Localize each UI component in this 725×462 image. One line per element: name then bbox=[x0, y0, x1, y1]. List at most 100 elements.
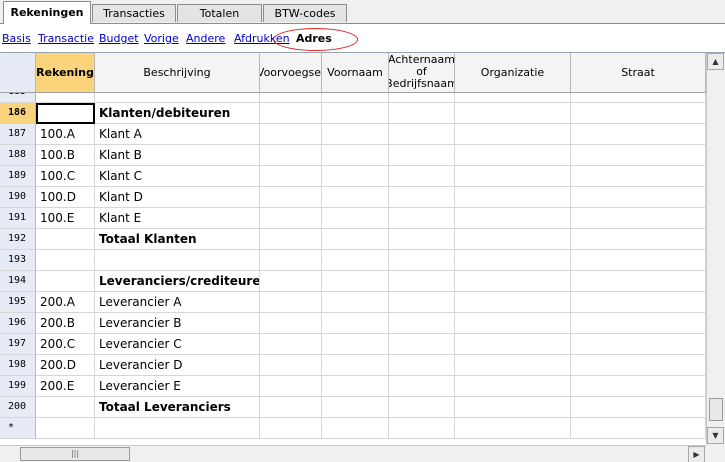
cell-empty[interactable] bbox=[389, 292, 455, 313]
cell-empty[interactable] bbox=[571, 103, 706, 124]
view-link-afdrukken[interactable]: Afdrukken bbox=[234, 32, 290, 45]
cell-empty[interactable] bbox=[455, 292, 571, 313]
row-number[interactable]: 196 bbox=[0, 313, 36, 334]
row-number[interactable]: 190 bbox=[0, 187, 36, 208]
cell-empty[interactable] bbox=[571, 292, 706, 313]
cell-empty[interactable] bbox=[389, 397, 455, 418]
cell-empty[interactable] bbox=[455, 313, 571, 334]
tab-rekeningen[interactable]: Rekeningen bbox=[3, 1, 91, 24]
cell-empty[interactable] bbox=[571, 208, 706, 229]
horizontal-scrollbar[interactable]: ||| ▶ bbox=[0, 445, 706, 462]
cell-empty[interactable] bbox=[455, 145, 571, 166]
cell-empty[interactable] bbox=[389, 229, 455, 250]
cell-empty[interactable] bbox=[571, 229, 706, 250]
cell-empty[interactable] bbox=[389, 334, 455, 355]
scroll-right-icon[interactable]: ▶ bbox=[688, 446, 705, 462]
cell-empty[interactable] bbox=[260, 313, 322, 334]
cell-empty[interactable] bbox=[389, 166, 455, 187]
cell-empty[interactable] bbox=[322, 376, 389, 397]
cell-empty[interactable] bbox=[322, 208, 389, 229]
cell-empty[interactable] bbox=[571, 271, 706, 292]
cell-rekening[interactable]: 200.A bbox=[36, 292, 95, 313]
cell-empty[interactable] bbox=[389, 208, 455, 229]
cell-empty[interactable] bbox=[571, 334, 706, 355]
cell-empty[interactable] bbox=[571, 418, 706, 439]
view-link-adres[interactable]: Adres bbox=[296, 32, 332, 45]
cell-empty[interactable] bbox=[389, 376, 455, 397]
cell-empty[interactable] bbox=[260, 208, 322, 229]
view-link-transactie[interactable]: Transactie bbox=[38, 32, 94, 45]
cell-rekening[interactable] bbox=[36, 229, 95, 250]
vertical-scrollbar[interactable]: ▲ ▼ bbox=[706, 53, 725, 445]
cell-empty[interactable] bbox=[322, 397, 389, 418]
cell-empty[interactable] bbox=[455, 397, 571, 418]
horizontal-scroll-thumb[interactable]: ||| bbox=[20, 447, 130, 461]
cell-beschrijving[interactable]: Totaal Leveranciers bbox=[95, 397, 260, 418]
cell-beschrijving[interactable]: Leverancier D bbox=[95, 355, 260, 376]
scroll-up-icon[interactable]: ▲ bbox=[707, 53, 724, 70]
cell-beschrijving[interactable]: Klanten/debiteuren bbox=[95, 103, 260, 124]
cell-empty[interactable] bbox=[389, 418, 455, 439]
row-number[interactable]: 189 bbox=[0, 166, 36, 187]
cell-empty[interactable] bbox=[571, 397, 706, 418]
column-header-organizatie[interactable]: Organizatie bbox=[455, 53, 571, 93]
cell-empty[interactable] bbox=[322, 418, 389, 439]
cell-rekening[interactable]: 100.B bbox=[36, 145, 95, 166]
cell-empty[interactable] bbox=[322, 124, 389, 145]
cell-rekening[interactable] bbox=[36, 418, 95, 439]
column-header-achternaam[interactable]: Achternaam of Bedrijfsnaam bbox=[389, 53, 455, 93]
row-number[interactable]: 197 bbox=[0, 334, 36, 355]
cell-beschrijving[interactable]: Leverancier B bbox=[95, 313, 260, 334]
cell-empty[interactable] bbox=[571, 376, 706, 397]
row-number[interactable]: 199 bbox=[0, 376, 36, 397]
cell-rekening[interactable] bbox=[36, 397, 95, 418]
cell-beschrijving[interactable]: Leveranciers/crediteuren bbox=[95, 271, 260, 292]
cell-empty[interactable] bbox=[389, 271, 455, 292]
cell-empty[interactable] bbox=[455, 355, 571, 376]
cell-empty[interactable] bbox=[260, 271, 322, 292]
cell-rekening[interactable]: 100.E bbox=[36, 208, 95, 229]
cell-empty[interactable] bbox=[260, 397, 322, 418]
cell-beschrijving[interactable]: Leverancier A bbox=[95, 292, 260, 313]
cell-beschrijving[interactable]: Leverancier E bbox=[95, 376, 260, 397]
cell-empty[interactable] bbox=[455, 271, 571, 292]
cell-empty[interactable] bbox=[389, 187, 455, 208]
tab-btw-codes[interactable]: BTW-codes bbox=[263, 4, 347, 22]
cell-empty[interactable] bbox=[389, 313, 455, 334]
view-link-budget[interactable]: Budget bbox=[99, 32, 139, 45]
cell-empty[interactable] bbox=[260, 292, 322, 313]
cell-empty[interactable] bbox=[322, 292, 389, 313]
cell-empty[interactable] bbox=[455, 250, 571, 271]
cell-empty[interactable] bbox=[322, 187, 389, 208]
cell-empty[interactable] bbox=[389, 250, 455, 271]
cell-empty[interactable] bbox=[260, 355, 322, 376]
row-number[interactable]: 186 bbox=[0, 103, 36, 124]
cell-empty[interactable] bbox=[322, 271, 389, 292]
view-link-basis[interactable]: Basis bbox=[2, 32, 31, 45]
cell-empty[interactable] bbox=[260, 250, 322, 271]
cell-empty[interactable] bbox=[260, 145, 322, 166]
row-number[interactable]: 195 bbox=[0, 292, 36, 313]
cell-empty[interactable] bbox=[322, 145, 389, 166]
cell-empty[interactable] bbox=[571, 166, 706, 187]
cell-empty[interactable] bbox=[571, 355, 706, 376]
cell-beschrijving[interactable] bbox=[95, 250, 260, 271]
cell-empty[interactable] bbox=[322, 229, 389, 250]
cell-empty[interactable] bbox=[455, 208, 571, 229]
row-number[interactable]: 192 bbox=[0, 229, 36, 250]
column-header-rekening[interactable]: Rekening bbox=[36, 53, 95, 93]
cell-empty[interactable] bbox=[260, 334, 322, 355]
cell-beschrijving[interactable]: Klant B bbox=[95, 145, 260, 166]
view-link-andere[interactable]: Andere bbox=[186, 32, 225, 45]
tab-totalen[interactable]: Totalen bbox=[177, 4, 262, 22]
row-number[interactable]: 187 bbox=[0, 124, 36, 145]
cell-rekening[interactable] bbox=[36, 271, 95, 292]
cell-beschrijving[interactable]: Klant E bbox=[95, 208, 260, 229]
cell-empty[interactable] bbox=[455, 418, 571, 439]
cell-empty[interactable] bbox=[260, 124, 322, 145]
cell-empty[interactable] bbox=[389, 355, 455, 376]
cell-empty[interactable] bbox=[571, 187, 706, 208]
row-number[interactable]: 193 bbox=[0, 250, 36, 271]
cell-rekening[interactable]: 100.D bbox=[36, 187, 95, 208]
cell-empty[interactable] bbox=[260, 166, 322, 187]
